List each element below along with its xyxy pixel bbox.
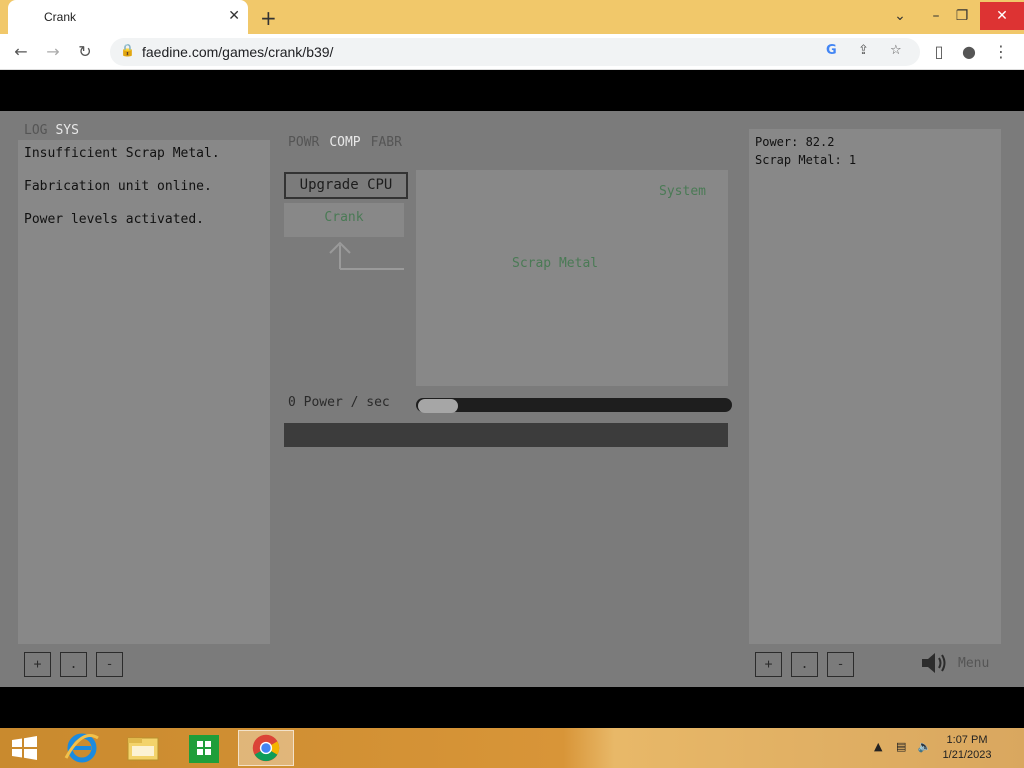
center-tabs: POWR COMP FABR: [288, 135, 412, 150]
tab-log[interactable]: LOG: [24, 123, 47, 138]
system-tray: ▲ ▤ 🔈: [874, 740, 932, 753]
slider-thumb[interactable]: [418, 399, 458, 413]
reload-icon[interactable]: ↻: [74, 42, 96, 64]
letterbox-top: [0, 71, 1024, 111]
power-slider[interactable]: [416, 398, 732, 413]
log-panel: Insufficient Scrap Metal. Fabrication un…: [18, 140, 270, 644]
google-icon[interactable]: G: [826, 43, 837, 58]
profile-avatar[interactable]: ●: [958, 42, 980, 64]
right-zoom-out-button[interactable]: -: [827, 652, 854, 677]
file-explorer-icon[interactable]: [116, 730, 172, 766]
upgrade-cpu-button[interactable]: Upgrade CPU: [284, 172, 408, 199]
windows-taskbar: ▲ ▤ 🔈 1:07 PM 1/21/2023: [0, 728, 1024, 768]
scrap-stat: Scrap Metal: 1: [755, 153, 857, 167]
more-menu-icon[interactable]: ⋮: [990, 42, 1012, 64]
speaker-icon[interactable]: [920, 649, 950, 677]
crank-button[interactable]: Crank: [284, 203, 404, 237]
address-bar[interactable]: 🔒 faedine.com/games/crank/b39/ G ⇪ ☆: [110, 38, 920, 66]
scrap-metal-label: Scrap Metal: [512, 256, 599, 271]
log-entry: Insufficient Scrap Metal.: [24, 146, 220, 161]
show-hidden-icons-icon[interactable]: ▲: [874, 740, 882, 753]
progress-bar: [284, 423, 728, 447]
window-close-button[interactable]: ✕: [980, 2, 1024, 30]
browser-tab[interactable]: Crank ✕: [8, 0, 248, 34]
left-panel-tabs: LOG SYS: [24, 123, 87, 138]
arrow-icon: [329, 241, 404, 270]
left-zoom-in-button[interactable]: +: [24, 652, 51, 677]
system-label: System: [659, 184, 706, 199]
game-area: LOG SYS Insufficient Scrap Metal. Fabrica…: [0, 111, 1024, 687]
power-stat: Power: 82.2: [755, 135, 835, 149]
store-icon[interactable]: [176, 730, 232, 766]
browser-toolbar: ← → ↻ 🔒 faedine.com/games/crank/b39/ G ⇪…: [0, 34, 1024, 70]
tab-sys[interactable]: SYS: [55, 123, 78, 138]
volume-icon[interactable]: 🔈: [918, 740, 932, 753]
left-zoom-out-button[interactable]: -: [96, 652, 123, 677]
left-zoom-reset-button[interactable]: .: [60, 652, 87, 677]
tab-search-icon[interactable]: ⌄: [884, 2, 916, 30]
browser-tab-bar: Crank ✕ + ⌄ – ❐ ✕: [0, 0, 1024, 34]
log-entry: Power levels activated.: [24, 212, 205, 227]
windows-start-icon[interactable]: [0, 730, 50, 766]
letterbox-bottom: [0, 687, 1024, 727]
chrome-icon[interactable]: [238, 730, 294, 766]
right-zoom-reset-button[interactable]: .: [791, 652, 818, 677]
internet-explorer-icon[interactable]: [56, 730, 112, 766]
stats-panel: Power: 82.2 Scrap Metal: 1: [749, 129, 1001, 644]
menu-button[interactable]: Menu: [958, 656, 989, 671]
clock-date: 1/21/2023: [942, 749, 992, 761]
lock-icon: 🔒: [120, 43, 135, 57]
tab-comp[interactable]: COMP: [329, 135, 360, 150]
url-text: faedine.com/games/crank/b39/: [142, 44, 334, 60]
system-panel: System Scrap Metal: [416, 170, 728, 386]
bookmark-star-icon[interactable]: ☆: [890, 43, 902, 58]
network-icon[interactable]: ▤: [896, 740, 906, 753]
tab-close-icon[interactable]: ✕: [228, 8, 240, 24]
tab-fabr[interactable]: FABR: [371, 135, 402, 150]
power-rate: 0 Power / sec: [288, 395, 390, 410]
side-panel-icon[interactable]: ▯: [928, 42, 950, 64]
tab-title: Crank: [44, 10, 77, 24]
forward-icon[interactable]: →: [42, 42, 64, 64]
clock-time: 1:07 PM: [946, 734, 988, 746]
share-icon[interactable]: ⇪: [858, 43, 869, 58]
new-tab-button[interactable]: +: [260, 6, 277, 30]
log-entry: Fabrication unit online.: [24, 179, 212, 194]
tab-powr[interactable]: POWR: [288, 135, 319, 150]
back-icon[interactable]: ←: [10, 42, 32, 64]
taskbar-clock[interactable]: 1:07 PM 1/21/2023: [932, 733, 1002, 763]
right-zoom-in-button[interactable]: +: [755, 652, 782, 677]
restore-button[interactable]: ❐: [946, 2, 978, 30]
